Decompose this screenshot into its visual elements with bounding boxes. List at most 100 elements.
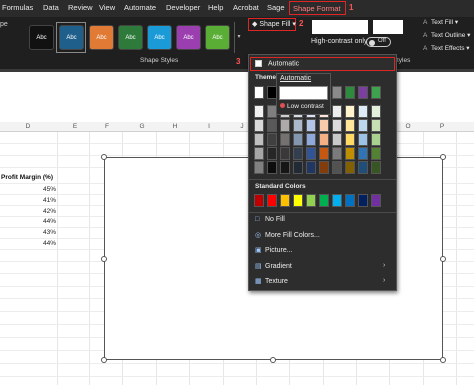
resize-handle[interactable] (101, 154, 107, 160)
high-contrast-toggle[interactable]: Off (366, 37, 391, 47)
text-fill-button[interactable]: A Text Fill ▾ (423, 18, 458, 26)
tab-help[interactable]: Help (208, 3, 223, 12)
table-cell[interactable]: 45% (40, 186, 56, 193)
theme-color-swatch[interactable] (371, 133, 381, 146)
style-tile-lime[interactable]: Abc (205, 25, 230, 50)
theme-color-swatch[interactable] (254, 133, 264, 146)
standard-color-swatch[interactable] (254, 194, 264, 207)
theme-color-swatch[interactable] (371, 119, 381, 132)
theme-color-swatch[interactable] (280, 147, 290, 160)
theme-color-swatch[interactable] (306, 147, 316, 160)
style-tile-light-blue[interactable]: Abc (147, 25, 172, 50)
texture-menu-item[interactable]: ▦ Texture › (255, 277, 385, 285)
column-header[interactable]: G (132, 123, 152, 130)
theme-color-swatch[interactable] (371, 147, 381, 160)
more-fill-colors-menu-item[interactable]: ◎ More Fill Colors... (255, 231, 320, 239)
column-header[interactable]: H (165, 123, 185, 130)
style-tile-blue-dark[interactable]: Abc (59, 25, 84, 50)
theme-color-swatch[interactable] (280, 119, 290, 132)
tab-automate[interactable]: Automate (124, 3, 156, 12)
automatic-submenu-title[interactable]: Automatic (280, 75, 311, 82)
table-cell[interactable]: 43% (40, 229, 56, 236)
table-cell[interactable]: 44% (40, 240, 56, 247)
style-tile-orange[interactable]: Abc (89, 25, 114, 50)
resize-handle[interactable] (440, 154, 446, 160)
theme-color-swatch[interactable] (345, 147, 355, 160)
style-tile-green[interactable]: Abc (118, 25, 143, 50)
standard-color-swatch[interactable] (358, 194, 368, 207)
theme-color-swatch[interactable] (345, 119, 355, 132)
theme-color-swatch[interactable] (371, 86, 381, 99)
theme-color-swatch[interactable] (280, 161, 290, 174)
shape-fill-button[interactable]: ◆ Shape Fill ▾ (248, 18, 296, 31)
theme-color-swatch[interactable] (345, 133, 355, 146)
theme-color-swatch[interactable] (306, 119, 316, 132)
tab-acrobat[interactable]: Acrobat (233, 3, 259, 12)
standard-color-swatch[interactable] (280, 194, 290, 207)
theme-color-swatch[interactable] (332, 147, 342, 160)
style-tile-black[interactable]: Abc (29, 25, 54, 50)
automatic-color-preview[interactable] (279, 86, 328, 100)
table-cell[interactable]: 44% (40, 218, 56, 225)
column-header[interactable]: I (199, 123, 219, 130)
theme-color-swatch[interactable] (345, 86, 355, 99)
standard-color-swatch[interactable] (267, 194, 277, 207)
no-fill-menu-item[interactable]: □ No Fill (255, 216, 285, 223)
text-effects-button[interactable]: A Text Effects ▾ (423, 44, 470, 52)
style-tile-purple[interactable]: Abc (176, 25, 201, 50)
column-header[interactable]: O (398, 123, 418, 130)
theme-color-swatch[interactable] (254, 161, 264, 174)
column-header[interactable]: F (97, 123, 117, 130)
theme-color-swatch[interactable] (293, 161, 303, 174)
theme-color-swatch[interactable] (358, 86, 368, 99)
theme-color-swatch[interactable] (293, 147, 303, 160)
theme-color-swatch[interactable] (267, 119, 277, 132)
theme-color-swatch[interactable] (358, 119, 368, 132)
column-header[interactable]: D (18, 123, 38, 130)
standard-color-swatch[interactable] (306, 194, 316, 207)
standard-color-swatch[interactable] (293, 194, 303, 207)
theme-color-swatch[interactable] (306, 161, 316, 174)
theme-color-swatch[interactable] (254, 119, 264, 132)
theme-color-swatch[interactable] (332, 133, 342, 146)
theme-color-swatch[interactable] (345, 105, 355, 118)
automatic-menu-item[interactable]: Automatic (250, 57, 395, 71)
tab-developer[interactable]: Developer (166, 3, 200, 12)
theme-color-swatch[interactable] (254, 105, 264, 118)
theme-color-swatch[interactable] (371, 161, 381, 174)
resize-handle[interactable] (440, 357, 446, 363)
theme-color-swatch[interactable] (280, 133, 290, 146)
theme-color-swatch[interactable] (319, 147, 329, 160)
text-outline-button[interactable]: A Text Outline ▾ (423, 31, 470, 39)
tab-sage[interactable]: Sage (267, 3, 285, 12)
theme-color-swatch[interactable] (358, 105, 368, 118)
theme-color-swatch[interactable] (332, 161, 342, 174)
theme-color-swatch[interactable] (371, 105, 381, 118)
standard-color-swatch[interactable] (319, 194, 329, 207)
theme-color-swatch[interactable] (358, 147, 368, 160)
tab-formulas[interactable]: Formulas (2, 3, 33, 12)
theme-color-swatch[interactable] (293, 133, 303, 146)
table-cell[interactable]: 41% (40, 197, 56, 204)
table-cell[interactable]: 42% (40, 208, 56, 215)
styles-gallery-more-icon[interactable]: ▾ (234, 22, 243, 53)
theme-color-swatch[interactable] (306, 133, 316, 146)
theme-color-swatch[interactable] (267, 161, 277, 174)
tab-review[interactable]: Review (68, 3, 93, 12)
theme-color-swatch[interactable] (254, 86, 264, 99)
theme-color-swatch[interactable] (293, 119, 303, 132)
profit-margin-header[interactable]: Profit Margin (%) (1, 174, 53, 181)
theme-color-swatch[interactable] (267, 133, 277, 146)
theme-color-swatch[interactable] (254, 147, 264, 160)
column-header[interactable]: P (432, 123, 452, 130)
tab-view[interactable]: View (99, 3, 115, 12)
resize-handle[interactable] (101, 256, 107, 262)
resize-handle[interactable] (440, 256, 446, 262)
column-header[interactable]: E (65, 123, 85, 130)
resize-handle[interactable] (270, 357, 276, 363)
standard-color-swatch[interactable] (345, 194, 355, 207)
standard-color-swatch[interactable] (332, 194, 342, 207)
theme-color-swatch[interactable] (345, 161, 355, 174)
theme-color-swatch[interactable] (358, 133, 368, 146)
gradient-menu-item[interactable]: ▤ Gradient › (255, 262, 385, 270)
